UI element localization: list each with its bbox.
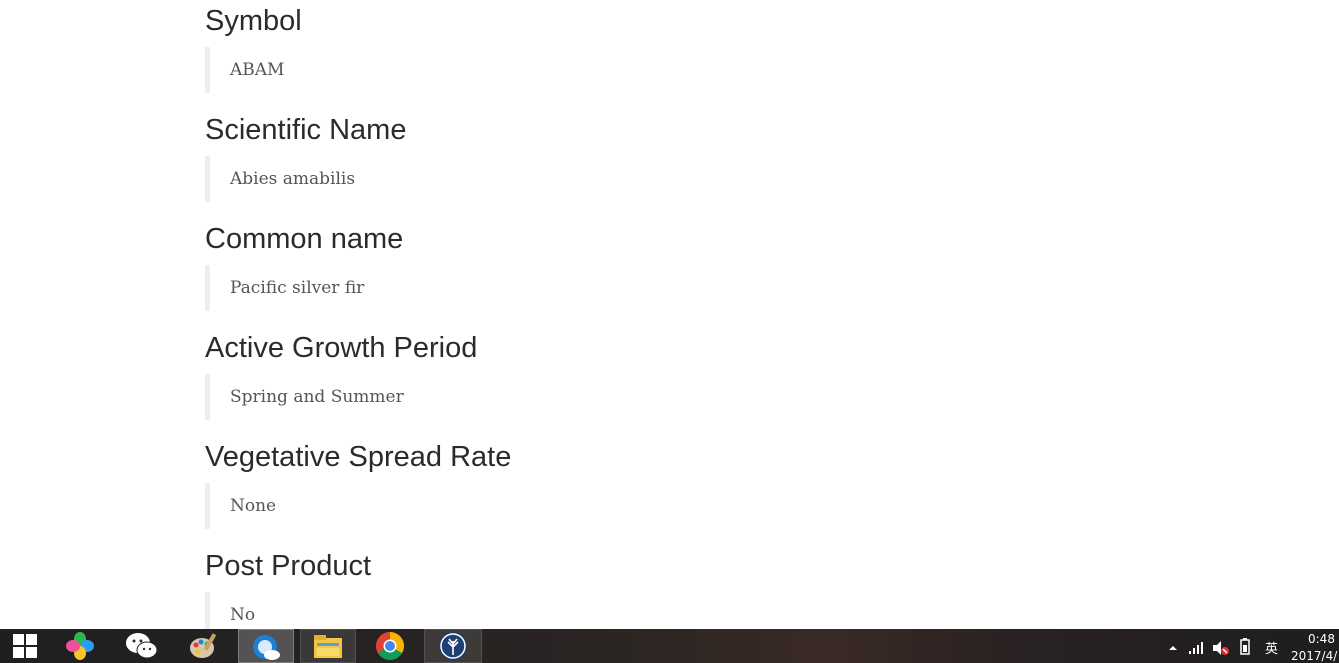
- field-heading: Common name: [205, 223, 404, 255]
- field-value: No: [205, 592, 1105, 629]
- field-symbol: Symbol ABAM: [205, 4, 1105, 93]
- taskbar-app-chrome[interactable]: [362, 629, 418, 663]
- volume-muted-icon[interactable]: [1212, 640, 1230, 656]
- field-value: Spring and Summer: [205, 374, 1105, 420]
- input-method-indicator[interactable]: 英: [1265, 638, 1278, 657]
- pinwheel-app-icon: [66, 632, 94, 660]
- field-common-name: Common name Pacific silver fir: [205, 222, 1105, 311]
- file-explorer-icon: [314, 635, 342, 658]
- field-scientific-name: Scientific Name Abies amabilis: [205, 113, 1105, 202]
- field-heading: Active Growth Period: [205, 332, 478, 364]
- wechat-icon: [126, 633, 158, 659]
- clock-date[interactable]: 2017/4/: [1291, 649, 1337, 663]
- plant-detail-page: Symbol ABAM Scientific Name Abies amabil…: [0, 0, 1339, 629]
- field-value: None: [205, 483, 1105, 529]
- taskbar-app-paint[interactable]: [176, 629, 232, 663]
- start-button[interactable]: [0, 629, 50, 663]
- field-heading: Post Product: [205, 550, 372, 582]
- browser-cloud-icon: [253, 635, 280, 660]
- taskbar-app-pinwheel[interactable]: [52, 629, 108, 663]
- taskbar-app-tree[interactable]: [424, 629, 482, 663]
- taskbar-app-browser[interactable]: [238, 629, 294, 663]
- field-heading: Scientific Name: [205, 114, 407, 146]
- field-active-growth-period: Active Growth Period Spring and Summer: [205, 331, 1105, 420]
- taskbar-app-wechat[interactable]: [114, 629, 170, 663]
- field-vegetative-spread-rate: Vegetative Spread Rate None: [205, 440, 1105, 529]
- taskbar-app-file-explorer[interactable]: [300, 629, 356, 663]
- windows-start-icon: [13, 634, 37, 658]
- taskbar: 英 0:48 2017/4/: [0, 629, 1339, 663]
- clock-time[interactable]: 0:48: [1308, 632, 1335, 646]
- chrome-icon: [376, 632, 404, 660]
- system-tray: 英 0:48 2017/4/: [1160, 629, 1339, 663]
- network-signal-icon[interactable]: [1188, 641, 1204, 655]
- field-heading: Vegetative Spread Rate: [205, 441, 512, 473]
- field-post-product: Post Product No: [205, 549, 1105, 629]
- field-value: ABAM: [205, 47, 1105, 93]
- power-icon[interactable]: [1238, 638, 1252, 656]
- field-value: Pacific silver fir: [205, 265, 1105, 311]
- tree-app-icon: [439, 632, 467, 660]
- field-heading: Symbol: [205, 5, 302, 37]
- field-value: Abies amabilis: [205, 156, 1105, 202]
- show-hidden-icons-icon[interactable]: [1168, 643, 1178, 653]
- paint-palette-icon: [190, 633, 217, 658]
